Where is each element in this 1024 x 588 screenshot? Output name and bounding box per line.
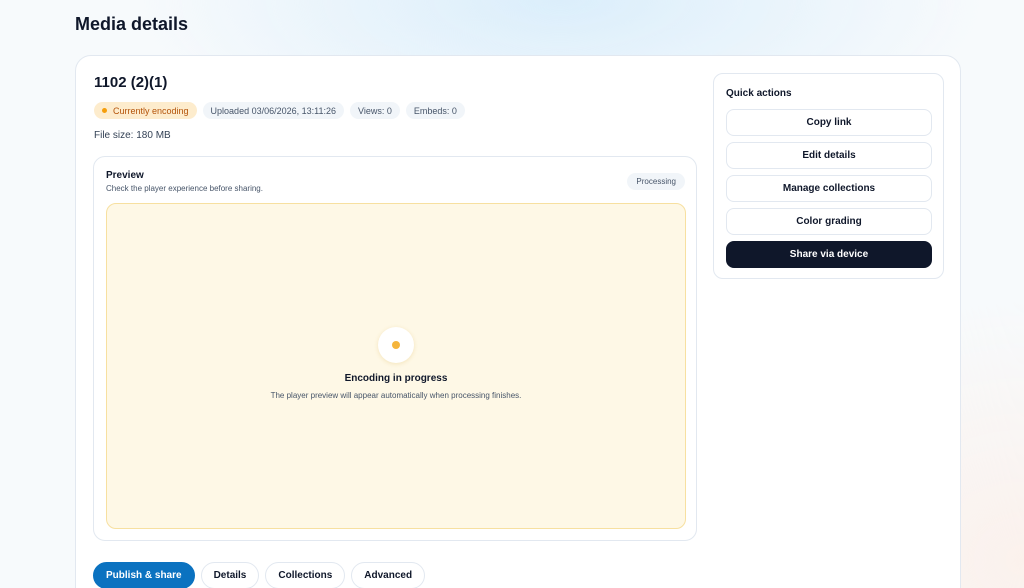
player-preview-area: Encoding in progress The player preview … bbox=[106, 203, 686, 529]
share-via-device-button[interactable]: Share via device bbox=[726, 241, 932, 268]
edit-details-button[interactable]: Edit details bbox=[726, 142, 932, 169]
tab-publish-share[interactable]: Publish & share bbox=[93, 562, 195, 588]
file-size: File size: 180 MB bbox=[94, 130, 171, 141]
uploaded-badge: Uploaded 03/06/2026, 13:11:26 bbox=[202, 102, 344, 119]
media-details-card: 1102 (2)(1) Currently encoding Uploaded … bbox=[75, 55, 961, 588]
page-title: Media details bbox=[75, 14, 189, 34]
tab-advanced[interactable]: Advanced bbox=[351, 562, 426, 588]
preview-title: Preview bbox=[106, 170, 144, 181]
preview-card: Preview Check the player experience befo… bbox=[93, 156, 697, 541]
quick-actions-card: Quick actions Copy link Edit details Man… bbox=[713, 73, 944, 279]
tab-collections[interactable]: Collections bbox=[265, 562, 346, 588]
encoding-status-label: Currently encoding bbox=[113, 105, 189, 116]
spinner-dot-icon bbox=[392, 341, 400, 349]
encoding-title: Encoding in progress bbox=[344, 373, 448, 384]
embeds-badge: Embeds: 0 bbox=[405, 102, 465, 119]
encoding-message: The player preview will appear automatic… bbox=[270, 391, 522, 400]
copy-link-button[interactable]: Copy link bbox=[726, 109, 932, 136]
quick-actions-title: Quick actions bbox=[726, 88, 792, 99]
tab-details[interactable]: Details bbox=[200, 562, 260, 588]
color-grading-button[interactable]: Color grading bbox=[726, 208, 932, 235]
media-badges: Currently encoding Uploaded 03/06/2026, … bbox=[94, 102, 465, 119]
media-title: 1102 (2)(1) bbox=[94, 74, 168, 91]
views-badge: Views: 0 bbox=[350, 102, 400, 119]
processing-badge: Processing bbox=[627, 173, 685, 190]
loading-spinner-icon bbox=[378, 327, 414, 363]
status-dot-icon bbox=[102, 108, 107, 113]
media-tabs: Publish & share Details Collections Adva… bbox=[93, 562, 426, 588]
encoding-status-badge: Currently encoding bbox=[94, 102, 197, 119]
preview-subtitle: Check the player experience before shari… bbox=[106, 184, 263, 193]
manage-collections-button[interactable]: Manage collections bbox=[726, 175, 932, 202]
